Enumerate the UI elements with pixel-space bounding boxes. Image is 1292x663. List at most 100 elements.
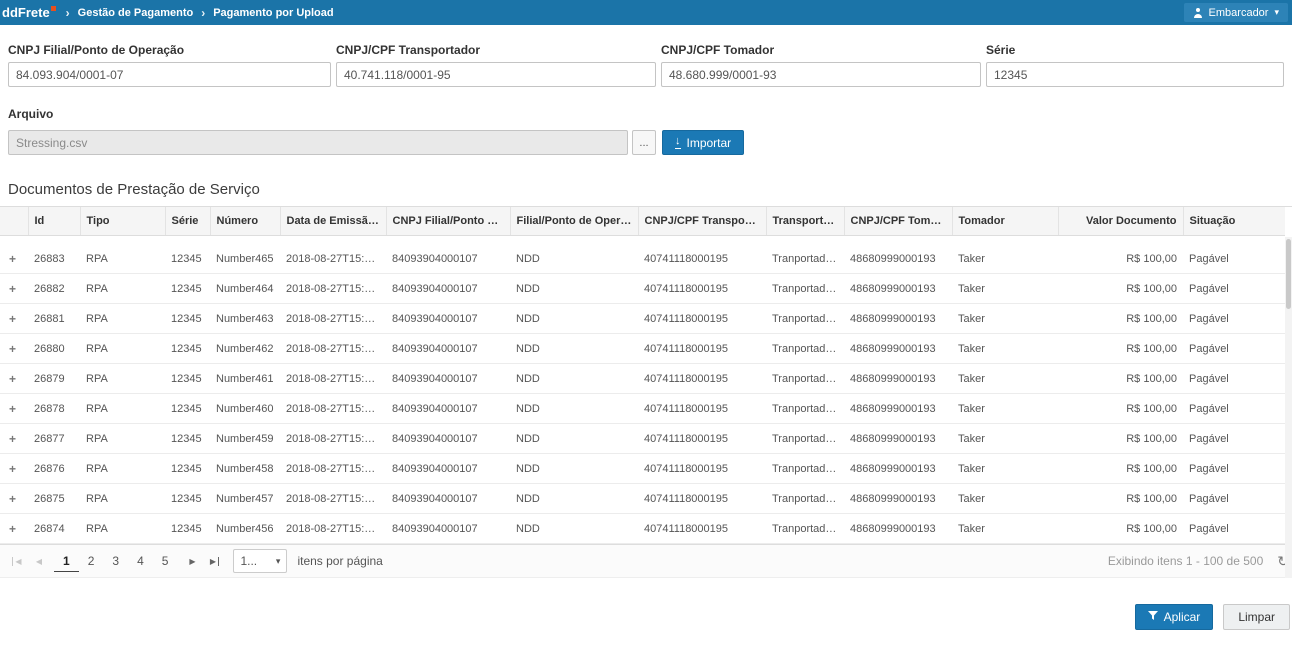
cell-emissao: 2018-08-27T15:27:49.36: [280, 484, 386, 514]
cell-emissao: 2018-08-27T15:27:49.1: [280, 514, 386, 544]
cell-serie: 12345: [165, 454, 210, 484]
user-menu-label: Embarcador: [1209, 7, 1269, 19]
cell-cnpj-tomador: 48680999000193: [844, 424, 952, 454]
expand-row-icon[interactable]: +: [6, 402, 19, 416]
pager: ◀ ◀ 12345 ▶ ▶ 1... ▾ itens por página Ex…: [0, 544, 1292, 578]
expand-row-icon[interactable]: +: [6, 522, 19, 536]
cell-situacao: Pagável: [1183, 334, 1285, 364]
expand-row-icon[interactable]: +: [6, 372, 19, 386]
last-page-icon[interactable]: ▶: [203, 557, 225, 566]
breadcrumb-pagamento-upload[interactable]: Pagamento por Upload: [213, 7, 333, 19]
column-cnpj-filial[interactable]: CNPJ Filial/Ponto de Operaç...: [386, 207, 510, 236]
import-button[interactable]: ↓ Importar: [662, 130, 744, 155]
cell-cnpj-tomador: 48680999000193: [844, 454, 952, 484]
table-row: + 26877 RPA 12345 Number459 2018-08-27T1…: [0, 424, 1285, 454]
cell-emissao: 2018-08-27T15:27:50.983: [280, 304, 386, 334]
expand-row-icon[interactable]: +: [6, 492, 19, 506]
serie-label: Série: [986, 43, 1284, 57]
apply-button[interactable]: Aplicar: [1135, 604, 1214, 630]
expand-row-icon[interactable]: +: [6, 252, 19, 266]
first-page-icon[interactable]: ◀: [6, 557, 28, 566]
column-cnpj-tomador[interactable]: CNPJ/CPF Tomador: [844, 207, 952, 236]
expand-row-icon[interactable]: +: [6, 462, 19, 476]
expand-row-icon[interactable]: +: [6, 312, 19, 326]
table-row: + 26875 RPA 12345 Number457 2018-08-27T1…: [0, 484, 1285, 514]
previous-page-icon[interactable]: ◀: [28, 557, 50, 566]
cell-valor: R$ 100,00: [1058, 236, 1183, 274]
column-numero[interactable]: Número: [210, 207, 280, 236]
table-row: + 26880 RPA 12345 Number462 2018-08-27T1…: [0, 334, 1285, 364]
cell-tipo: RPA: [80, 334, 165, 364]
cell-cnpj-filial: 84093904000107: [386, 334, 510, 364]
field-cnpj-tomador: CNPJ/CPF Tomador: [661, 43, 981, 87]
cell-cnpj-tomador: 48680999000193: [844, 236, 952, 274]
cell-id: 26875: [28, 484, 80, 514]
cell-id: 26879: [28, 364, 80, 394]
cnpj-transportador-input[interactable]: [336, 62, 656, 87]
cell-cnpj-transportador: 40741118000195: [638, 334, 766, 364]
cell-valor: R$ 100,00: [1058, 364, 1183, 394]
column-tipo[interactable]: Tipo: [80, 207, 165, 236]
cell-transportador: Tranportador 1: [766, 236, 844, 274]
cell-cnpj-tomador: 48680999000193: [844, 274, 952, 304]
cnpj-tomador-label: CNPJ/CPF Tomador: [661, 43, 981, 57]
cell-situacao: Pagável: [1183, 394, 1285, 424]
cell-filial: NDD: [510, 394, 638, 424]
expand-row-icon[interactable]: +: [6, 432, 19, 446]
cell-cnpj-filial: 84093904000107: [386, 394, 510, 424]
column-cnpj-transportador[interactable]: CNPJ/CPF Transportador: [638, 207, 766, 236]
cell-transportador: Tranportador 1: [766, 304, 844, 334]
arquivo-file-input[interactable]: [8, 130, 628, 155]
column-transportador[interactable]: Transportador: [766, 207, 844, 236]
pager-page-4[interactable]: 4: [128, 550, 153, 572]
cell-serie: 12345: [165, 334, 210, 364]
clear-button[interactable]: Limpar: [1223, 604, 1290, 630]
cell-tomador: Taker: [952, 334, 1058, 364]
cell-serie: 12345: [165, 424, 210, 454]
pager-page-1[interactable]: 1: [54, 550, 79, 572]
cnpj-tomador-input[interactable]: [661, 62, 981, 87]
cell-id: 26881: [28, 304, 80, 334]
breadcrumb-gestao-pagamento[interactable]: Gestão de Pagamento: [78, 7, 194, 19]
cell-emissao: 2018-08-27T15:27:50.477: [280, 364, 386, 394]
column-data-emissao[interactable]: Data de Emissão↓: [280, 207, 386, 236]
serie-input[interactable]: [986, 62, 1284, 87]
field-cnpj-transportador: CNPJ/CPF Transportador: [336, 43, 656, 87]
column-tomador[interactable]: Tomador: [952, 207, 1058, 236]
cell-situacao: Pagável: [1183, 274, 1285, 304]
cell-id: 26876: [28, 454, 80, 484]
pager-page-2[interactable]: 2: [79, 550, 104, 572]
cell-numero: Number458: [210, 454, 280, 484]
arquivo-label: Arquivo: [8, 107, 1284, 121]
expand-row-icon[interactable]: +: [6, 282, 19, 296]
expand-row-icon[interactable]: +: [6, 342, 19, 356]
cell-cnpj-tomador: 48680999000193: [844, 394, 952, 424]
cell-cnpj-transportador: 40741118000195: [638, 484, 766, 514]
cell-filial: NDD: [510, 484, 638, 514]
cell-filial: NDD: [510, 334, 638, 364]
column-situacao[interactable]: Situação: [1183, 207, 1285, 236]
cell-emissao: 2018-08-27T15:27:50.727: [280, 334, 386, 364]
pager-page-5[interactable]: 5: [153, 550, 178, 572]
column-id[interactable]: Id: [28, 207, 80, 236]
column-valor[interactable]: Valor Documento: [1058, 207, 1183, 236]
column-serie[interactable]: Série: [165, 207, 210, 236]
next-page-icon[interactable]: ▶: [181, 557, 203, 566]
browse-file-button[interactable]: ...: [632, 130, 656, 155]
cell-numero: Number465: [210, 236, 280, 274]
table-body: + 26883 RPA 12345 Number465 2018-08-27T1…: [0, 236, 1285, 544]
column-filial[interactable]: Filial/Ponto de Operação: [510, 207, 638, 236]
pager-page-3[interactable]: 3: [103, 550, 128, 572]
user-menu-button[interactable]: Embarcador ▾: [1184, 3, 1288, 22]
scrollbar-thumb[interactable]: [1286, 239, 1291, 309]
page-size-dropdown[interactable]: 1... ▾: [233, 549, 287, 573]
top-bar: ddFrete › Gestão de Pagamento › Pagament…: [0, 0, 1292, 25]
cell-cnpj-transportador: 40741118000195: [638, 236, 766, 274]
cell-numero: Number461: [210, 364, 280, 394]
table-row: + 26882 RPA 12345 Number464 2018-08-27T1…: [0, 274, 1285, 304]
cell-transportador: Tranportador 1: [766, 514, 844, 544]
cell-tipo: RPA: [80, 304, 165, 334]
cell-transportador: Tranportador 1: [766, 454, 844, 484]
cell-situacao: Pagável: [1183, 304, 1285, 334]
cnpj-filial-input[interactable]: [8, 62, 331, 87]
